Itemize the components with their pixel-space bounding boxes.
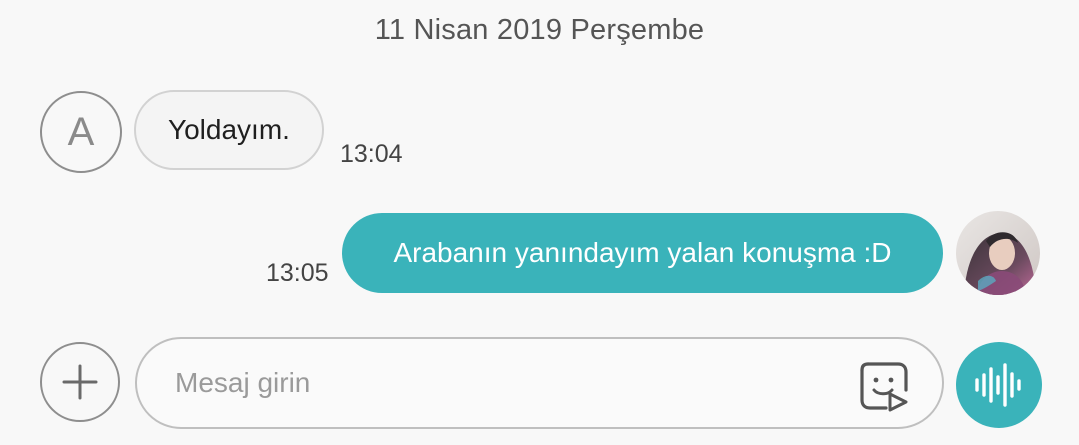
plus-icon bbox=[62, 364, 98, 400]
outgoing-message-time: 13:05 bbox=[266, 259, 329, 287]
incoming-message-time: 13:04 bbox=[340, 140, 403, 168]
incoming-message-bubble[interactable]: Yoldayım. bbox=[134, 90, 324, 170]
add-attachment-button[interactable] bbox=[40, 342, 120, 422]
user-avatar[interactable] bbox=[956, 211, 1040, 295]
outgoing-message-bubble[interactable]: Arabanın yanındayım yalan konuşma :D bbox=[342, 213, 943, 293]
voice-wave-icon bbox=[975, 363, 1021, 407]
outgoing-message-text: Arabanın yanındayım yalan konuşma :D bbox=[393, 237, 892, 268]
sticker-icon bbox=[860, 362, 908, 412]
message-input-placeholder: Mesaj girin bbox=[175, 367, 311, 398]
message-input[interactable]: Mesaj girin bbox=[135, 337, 944, 429]
date-header: 11 Nisan 2019 Perşembe bbox=[374, 14, 705, 46]
contact-avatar[interactable]: A bbox=[40, 91, 122, 173]
voice-record-button[interactable] bbox=[956, 342, 1042, 428]
user-avatar-photo bbox=[956, 211, 1040, 295]
sticker-button[interactable] bbox=[856, 358, 912, 414]
incoming-message-text: Yoldayım. bbox=[168, 114, 290, 145]
